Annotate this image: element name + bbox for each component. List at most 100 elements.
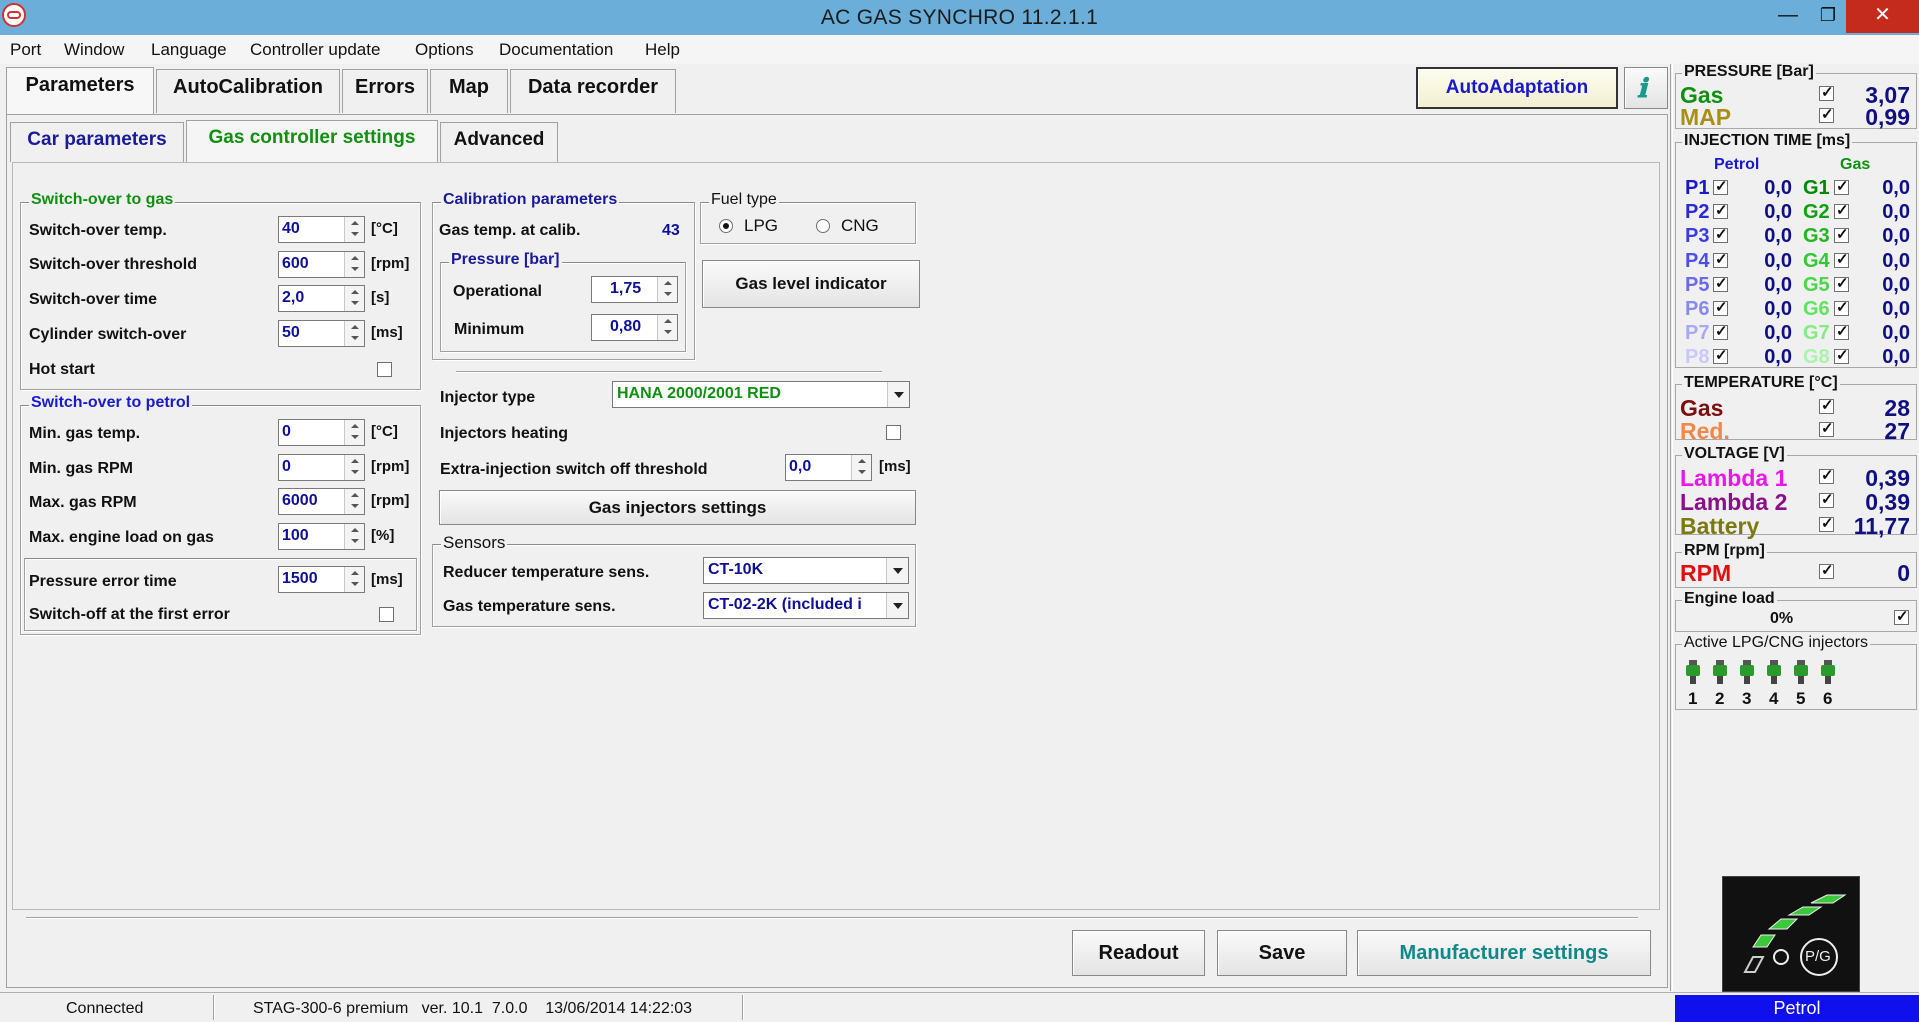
- menu-help[interactable]: Help: [645, 40, 680, 60]
- injectors-heating-checkbox[interactable]: [886, 425, 901, 440]
- tab-data-recorder[interactable]: Data recorder: [510, 69, 676, 113]
- gas-injector-checkbox[interactable]: [1834, 250, 1849, 268]
- spin-arrows-icon[interactable]: [344, 217, 364, 242]
- switch-over-temp-input[interactable]: 40: [278, 216, 365, 243]
- gas-injector-checkbox[interactable]: [1834, 322, 1849, 341]
- gas-injector-checkbox[interactable]: [1834, 298, 1849, 316]
- petrol-injector-label: P5: [1685, 273, 1710, 296]
- autoadaptation-button[interactable]: AutoAdaptation: [1416, 67, 1618, 109]
- close-icon[interactable]: ✕: [1846, 0, 1919, 33]
- menu-language[interactable]: Language: [151, 40, 227, 60]
- tab-autocalibration[interactable]: AutoCalibration: [156, 69, 340, 113]
- battery-checkbox[interactable]: [1819, 514, 1834, 532]
- reducer-temp-sensor-select[interactable]: CT-10K: [703, 557, 909, 584]
- pressure-error-time-label: Pressure error time: [29, 573, 177, 590]
- menu-window[interactable]: Window: [64, 40, 124, 60]
- pressure-map-checkbox[interactable]: [1819, 105, 1834, 123]
- petrol-injector-checkbox[interactable]: [1713, 201, 1728, 220]
- switch-off-first-error-checkbox[interactable]: [379, 607, 394, 622]
- temperature-title: TEMPERATURE [°C]: [1682, 374, 1840, 392]
- gas-temp-sensor-select[interactable]: CT-02-2K (included i: [703, 592, 909, 619]
- unit-label: [ms]: [879, 458, 911, 475]
- spin-arrows-icon[interactable]: [344, 420, 364, 445]
- spin-arrows-icon[interactable]: [344, 489, 364, 514]
- fuel-cng-radio[interactable]: [816, 219, 830, 233]
- chevron-down-icon[interactable]: [887, 382, 909, 407]
- minimum-pressure-input[interactable]: 0,80: [591, 314, 678, 341]
- injector-type-select[interactable]: HANA 2000/2001 RED: [612, 381, 910, 408]
- gas-injector-checkbox[interactable]: [1834, 274, 1849, 292]
- gas-injector-checkbox[interactable]: [1834, 177, 1849, 195]
- pressure-map-value: 0,99: [1865, 104, 1910, 130]
- temperature-gas-checkbox[interactable]: [1819, 396, 1834, 414]
- petrol-injector-checkbox[interactable]: [1713, 346, 1728, 365]
- injectors-heating-label: Injectors heating: [440, 425, 569, 442]
- fuel-lpg-radio[interactable]: [719, 219, 733, 233]
- lambda2-label: Lambda 2: [1680, 489, 1788, 515]
- subtab-gas-controller-settings[interactable]: Gas controller settings: [186, 120, 438, 164]
- switch-over-time-label: Switch-over time: [29, 291, 158, 308]
- sidebar-separator: [1670, 64, 1673, 991]
- pressure-error-time-input[interactable]: 1500: [278, 566, 365, 593]
- menu-options[interactable]: Options: [415, 40, 474, 60]
- save-button[interactable]: Save: [1217, 930, 1347, 976]
- cylinder-switch-over-input[interactable]: 50: [278, 320, 365, 347]
- spin-arrows-icon[interactable]: [344, 321, 364, 346]
- subtab-car-parameters[interactable]: Car parameters: [10, 122, 184, 162]
- petrol-injector-checkbox[interactable]: [1713, 322, 1728, 341]
- temperature-red-checkbox[interactable]: [1819, 419, 1834, 437]
- menu-controller-update[interactable]: Controller update: [250, 40, 380, 60]
- gas-level-indicator-button[interactable]: Gas level indicator: [702, 260, 920, 308]
- spin-arrows-icon[interactable]: [344, 567, 364, 592]
- pressure-gas-checkbox[interactable]: [1819, 83, 1834, 101]
- spin-arrows-icon[interactable]: [344, 455, 364, 480]
- lambda1-checkbox[interactable]: [1819, 466, 1834, 484]
- switch-over-temp-label: Switch-over temp.: [29, 222, 167, 239]
- max-gas-rpm-input[interactable]: 6000: [278, 488, 365, 515]
- spin-arrows-icon[interactable]: [657, 315, 677, 340]
- tab-map[interactable]: Map: [430, 69, 508, 113]
- spin-arrows-icon[interactable]: [657, 277, 677, 302]
- menu-documentation[interactable]: Documentation: [499, 40, 613, 60]
- spin-arrows-icon[interactable]: [344, 286, 364, 311]
- hot-start-checkbox[interactable]: [377, 362, 392, 377]
- tab-errors[interactable]: Errors: [342, 69, 428, 113]
- spin-arrows-icon[interactable]: [851, 455, 871, 480]
- petrol-injector-label: P7: [1685, 322, 1710, 345]
- spin-arrows-icon[interactable]: [344, 524, 364, 549]
- gas-injector-checkbox[interactable]: [1834, 346, 1849, 365]
- gas-injector-checkbox[interactable]: [1834, 201, 1849, 220]
- min-gas-rpm-input[interactable]: 0: [278, 454, 365, 481]
- min-gas-temp-input[interactable]: 0: [278, 419, 365, 446]
- chevron-down-icon[interactable]: [886, 558, 908, 583]
- chevron-down-icon[interactable]: [886, 593, 908, 618]
- subtab-advanced[interactable]: Advanced: [440, 122, 558, 162]
- device-info: STAG-300-6 premium ver. 10.1 7.0.0 13/06…: [253, 1000, 693, 1017]
- petrol-injector-checkbox[interactable]: [1713, 177, 1728, 195]
- manufacturer-settings-button[interactable]: Manufacturer settings: [1357, 930, 1651, 976]
- switch-over-threshold-input[interactable]: 600: [278, 251, 365, 278]
- restore-icon[interactable]: ❐: [1806, 0, 1850, 33]
- lambda2-checkbox[interactable]: [1819, 490, 1834, 508]
- max-engine-load-input[interactable]: 100: [278, 523, 365, 550]
- engine-load-checkbox[interactable]: [1894, 607, 1909, 625]
- petrol-injector-checkbox[interactable]: [1713, 274, 1728, 292]
- petrol-injector-checkbox[interactable]: [1713, 250, 1728, 268]
- menu-port[interactable]: Port: [10, 40, 41, 60]
- switch-over-time-input[interactable]: 2,0: [278, 285, 365, 312]
- gas-injector-checkbox[interactable]: [1834, 225, 1849, 244]
- spin-arrows-icon[interactable]: [344, 252, 364, 277]
- gas-injectors-settings-button[interactable]: Gas injectors settings: [439, 490, 916, 525]
- readout-button[interactable]: Readout: [1072, 930, 1205, 976]
- group-title: Calibration parameters: [441, 191, 620, 209]
- minimize-icon[interactable]: —: [1766, 0, 1810, 33]
- extra-injection-input[interactable]: 0,0: [785, 454, 872, 481]
- temperature-gas-value: 28: [1884, 395, 1910, 421]
- info-button[interactable]: ℹ: [1624, 67, 1668, 109]
- petrol-injector-checkbox[interactable]: [1713, 298, 1728, 316]
- tab-parameters[interactable]: Parameters: [6, 67, 154, 115]
- petrol-injector-checkbox[interactable]: [1713, 225, 1728, 244]
- rpm-label: RPM: [1680, 560, 1732, 586]
- rpm-checkbox[interactable]: [1819, 561, 1834, 579]
- operational-pressure-input[interactable]: 1,75: [591, 276, 678, 303]
